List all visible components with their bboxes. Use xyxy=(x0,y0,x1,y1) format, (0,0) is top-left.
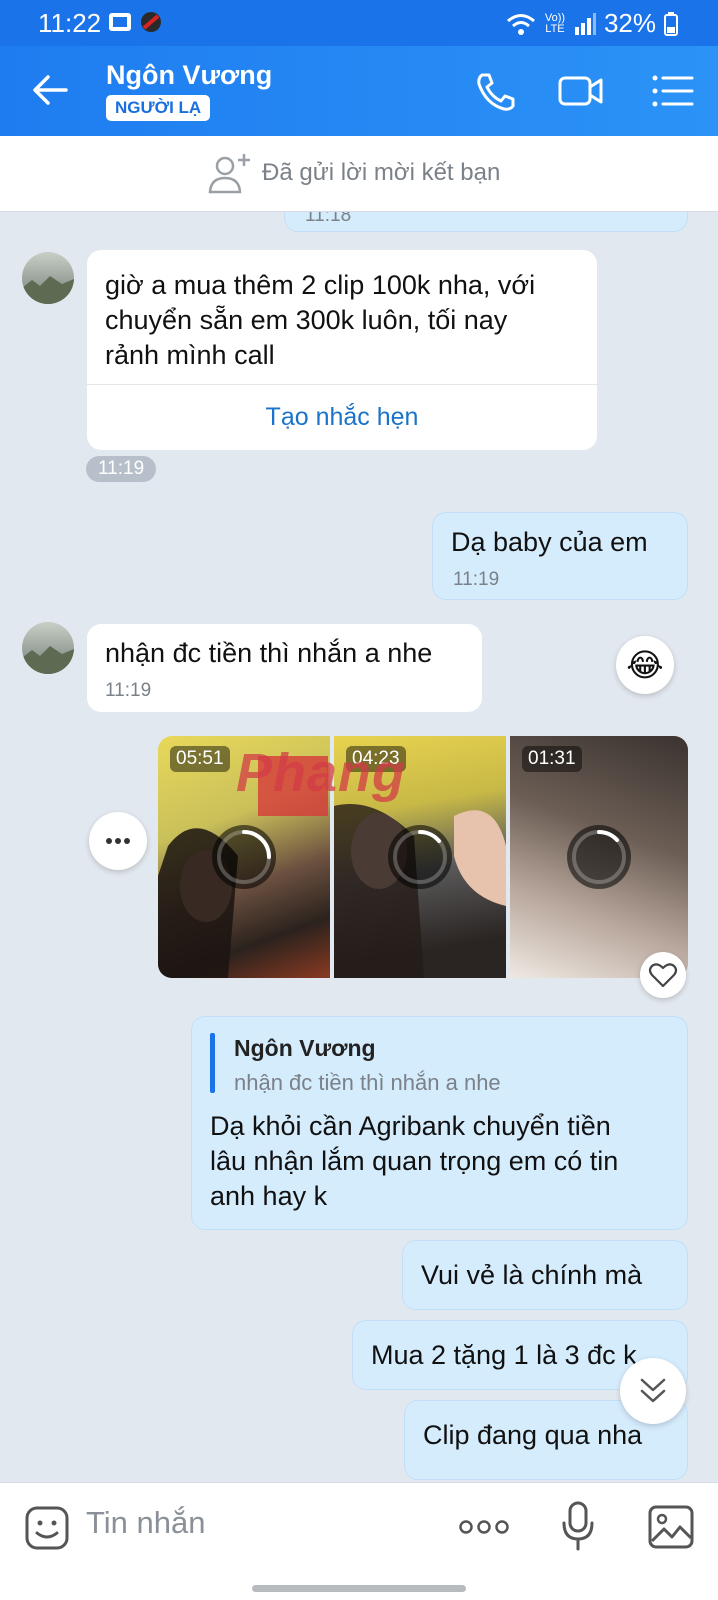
more-options-icon[interactable] xyxy=(458,1515,510,1539)
status-bar: 11:22 Vo)) LTE 32% xyxy=(0,0,718,46)
video-call-icon[interactable] xyxy=(558,70,604,112)
like-button[interactable] xyxy=(640,952,686,998)
double-chevron-down-icon xyxy=(640,1378,666,1403)
stranger-badge: NGƯỜI LẠ xyxy=(106,95,211,121)
quote-bar xyxy=(210,1033,215,1093)
message-time: 11:19 xyxy=(105,680,152,701)
video-loading-icon xyxy=(388,825,452,889)
video-duration: 05:51 xyxy=(170,746,230,772)
add-friend-icon xyxy=(208,154,250,194)
message-time: 11:18 xyxy=(305,212,352,226)
video-loading-icon xyxy=(212,825,276,889)
create-reminder-button[interactable]: Tạo nhắc hẹn xyxy=(87,385,597,450)
battery-icon xyxy=(664,11,678,36)
video-duration: 01:31 xyxy=(522,746,582,772)
message-time: 11:19 xyxy=(453,569,500,590)
signal-icon xyxy=(574,12,596,35)
laugh-reaction-icon[interactable]: 😂 xyxy=(616,636,674,694)
message-text: Clip đang qua nha xyxy=(423,1420,643,1450)
message-input[interactable]: Tin nhắn xyxy=(86,1505,206,1541)
network-type: Vo)) LTE xyxy=(544,11,566,35)
avatar[interactable] xyxy=(22,252,74,304)
wifi-icon xyxy=(506,13,535,35)
outgoing-message[interactable]: Vui vẻ là chính mà xyxy=(402,1240,688,1310)
outgoing-message[interactable]: 11:18 xyxy=(284,212,688,232)
message-text: nhận đc tiền thì nhắn a nhe xyxy=(105,638,433,668)
message-time: 11:19 xyxy=(86,456,157,482)
phone-call-icon[interactable] xyxy=(472,70,518,112)
friend-request-status: Đã gửi lời mời kết bạn xyxy=(262,159,501,186)
sticker-icon[interactable] xyxy=(24,1505,70,1551)
quoted-sender: Ngôn Vương xyxy=(234,1035,376,1061)
video-loading-icon xyxy=(567,825,631,889)
more-dots-icon xyxy=(106,838,130,844)
menu-list-icon[interactable] xyxy=(650,70,696,112)
back-arrow-icon[interactable] xyxy=(30,70,70,110)
outgoing-message[interactable]: Dạ baby của em 11:19 xyxy=(432,512,688,600)
video-thumbnail[interactable]: 01:31 xyxy=(510,736,688,978)
incoming-message[interactable]: nhận đc tiền thì nhắn a nhe 11:19 xyxy=(87,624,482,712)
app-notification-icon xyxy=(141,12,161,32)
contact-name[interactable]: Ngôn Vương xyxy=(106,60,272,91)
microphone-icon[interactable] xyxy=(560,1501,596,1551)
message-text: Vui vẻ là chính mà xyxy=(421,1260,643,1290)
message-text: Dạ khỏi cần Agribank chuyển tiền lâu nhậ… xyxy=(210,1111,619,1211)
scroll-to-bottom-button[interactable] xyxy=(620,1358,686,1424)
avatar[interactable] xyxy=(22,622,74,674)
chat-header: Ngôn Vương NGƯỜI LẠ xyxy=(0,46,718,136)
quoted-text: nhận đc tiền thì nhắn a nhe xyxy=(234,1070,501,1095)
message-text: Dạ baby của em xyxy=(451,527,648,557)
friend-request-bar: Đã gửi lời mời kết bạn xyxy=(0,136,718,212)
watermark-text: Phang xyxy=(236,743,407,803)
message-list[interactable]: 11:18 giờ a mua thêm 2 clip 100k nha, vớ… xyxy=(0,212,718,1482)
battery-level: 32% xyxy=(603,8,656,38)
more-options-button[interactable] xyxy=(89,812,147,870)
message-text: giờ a mua thêm 2 clip 100k nha, với chuy… xyxy=(105,270,536,370)
image-gallery-icon[interactable] xyxy=(648,1505,694,1549)
gallery-notification-icon xyxy=(109,13,131,31)
incoming-message[interactable]: giờ a mua thêm 2 clip 100k nha, với chuy… xyxy=(87,250,597,450)
message-text: Mua 2 tặng 1 là 3 đc k xyxy=(371,1340,637,1370)
home-indicator[interactable] xyxy=(252,1585,466,1592)
reply-message[interactable]: Ngôn Vương nhận đc tiền thì nhắn a nhe D… xyxy=(191,1016,688,1230)
status-time: 11:22 xyxy=(38,8,102,38)
heart-icon xyxy=(648,963,678,988)
message-input-bar: Tin nhắn xyxy=(0,1482,718,1600)
